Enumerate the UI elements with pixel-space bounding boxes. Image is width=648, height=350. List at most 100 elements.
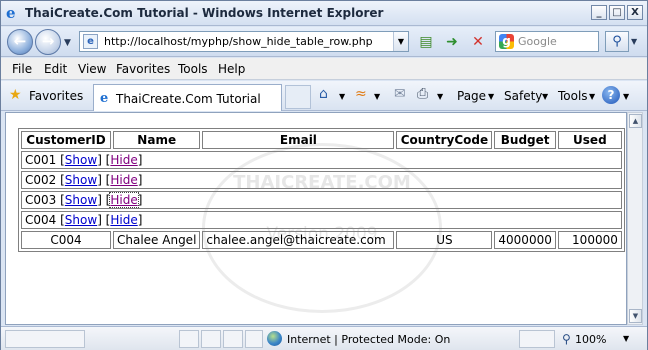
star-icon: ★: [9, 87, 22, 103]
cell-customerid: C004: [21, 231, 111, 249]
status-text-cell: [5, 330, 85, 348]
status-cell: [179, 330, 199, 348]
toggle-cell: C002 [Show] [Hide]: [21, 171, 622, 189]
refresh-button[interactable]: ➜: [442, 32, 462, 52]
zoom-icon: ⚲: [562, 332, 571, 346]
page-menu[interactable]: Page: [457, 89, 486, 103]
search-button[interactable]: ⚲: [605, 31, 629, 52]
header-email: Email: [202, 131, 395, 149]
menu-bar: File Edit View Favorites Tools Help: [1, 58, 647, 80]
minimize-button[interactable]: _: [591, 5, 607, 20]
table-row: C003 [Show] [Hide]: [21, 191, 622, 209]
customer-id: C003: [25, 193, 57, 207]
status-cell: [201, 330, 221, 348]
customer-id: C004: [25, 213, 57, 227]
home-dropdown[interactable]: ▼: [339, 92, 345, 101]
title-bar: e ThaiCreate.Com Tutorial - Windows Inte…: [1, 1, 647, 26]
header-budget: Budget: [494, 131, 556, 149]
tools-menu[interactable]: Tools: [558, 89, 588, 103]
hide-link[interactable]: Hide: [110, 173, 137, 187]
browser-window: e ThaiCreate.Com Tutorial - Windows Inte…: [0, 0, 648, 350]
menu-help[interactable]: Help: [218, 62, 245, 76]
hide-link[interactable]: Hide: [110, 153, 137, 167]
ie-logo-icon: e: [6, 4, 16, 22]
menu-view[interactable]: View: [78, 62, 106, 76]
customer-id: C002: [25, 173, 57, 187]
cell-name: Chalee Angel: [113, 231, 201, 249]
safety-menu-arrow: ▼: [542, 92, 549, 101]
stop-button[interactable]: ✕: [468, 32, 488, 52]
show-link[interactable]: Show: [65, 193, 97, 207]
google-logo-icon: g: [499, 34, 514, 49]
menu-edit[interactable]: Edit: [44, 62, 67, 76]
show-link[interactable]: Show: [65, 173, 97, 187]
zoom-dropdown[interactable]: ▼: [623, 334, 629, 343]
print-dropdown[interactable]: ▼: [437, 92, 443, 101]
customer-table: CustomerID Name Email CountryCode Budget…: [18, 128, 625, 252]
feeds-icon[interactable]: ≈: [355, 86, 367, 102]
menu-file[interactable]: File: [12, 62, 32, 76]
home-icon[interactable]: ⌂: [319, 86, 328, 102]
print-icon[interactable]: ⎙: [417, 86, 428, 102]
favorites-bar: ★ Favorites e ThaiCreate.Com Tutorial ⌂ …: [1, 81, 647, 111]
protected-mode-cell[interactable]: [519, 330, 555, 348]
cell-used: 100000: [557, 231, 622, 249]
scroll-down-button[interactable]: ▼: [629, 309, 642, 323]
hide-link[interactable]: Hide: [110, 213, 137, 227]
cell-budget: 4000000: [494, 231, 556, 249]
status-cell: [245, 330, 263, 348]
favorites-button[interactable]: Favorites: [29, 89, 83, 103]
recent-pages-dropdown[interactable]: ▼: [64, 38, 71, 48]
vertical-scrollbar[interactable]: ▲ ▼: [627, 112, 643, 325]
show-link[interactable]: Show: [65, 213, 97, 227]
show-link[interactable]: Show: [65, 153, 97, 167]
table-row: C001 [Show] [Hide]: [21, 151, 622, 169]
security-zone[interactable]: Internet | Protected Mode: On: [287, 333, 450, 346]
tab-active[interactable]: e ThaiCreate.Com Tutorial: [93, 84, 282, 111]
ie-page-icon: e: [100, 91, 109, 106]
maximize-button[interactable]: □: [609, 5, 625, 20]
stop-icon: ✕: [472, 34, 484, 50]
new-tab-button[interactable]: [285, 85, 311, 109]
table-header-row: CustomerID Name Email CountryCode Budget…: [21, 131, 622, 149]
mail-icon[interactable]: ✉: [394, 86, 406, 102]
header-name: Name: [113, 131, 201, 149]
menu-favorites[interactable]: Favorites: [116, 62, 170, 76]
safety-menu[interactable]: Safety: [504, 89, 542, 103]
forward-button[interactable]: →: [35, 29, 61, 55]
help-icon[interactable]: ?: [602, 86, 620, 104]
toggle-cell: C004 [Show] [Hide]: [21, 211, 622, 229]
cell-countrycode: US: [396, 231, 493, 249]
table-row: C004 [Show] [Hide]: [21, 211, 622, 229]
status-cell: [223, 330, 243, 348]
tab-title: ThaiCreate.Com Tutorial: [116, 92, 261, 106]
help-dropdown[interactable]: ▼: [623, 92, 629, 101]
scroll-up-button[interactable]: ▲: [629, 114, 642, 128]
search-options-dropdown[interactable]: ▼: [631, 37, 637, 46]
table-row: C002 [Show] [Hide]: [21, 171, 622, 189]
back-arrow-icon: ←: [13, 32, 27, 50]
address-dropdown[interactable]: ▼: [393, 32, 408, 51]
forward-arrow-icon: →: [41, 32, 55, 50]
back-button[interactable]: ←: [7, 29, 33, 55]
hide-link[interactable]: Hide: [109, 192, 139, 208]
cell-email: chalee.angel@thaicreate.com: [202, 231, 395, 249]
refresh-icon: ➜: [446, 34, 458, 50]
close-button[interactable]: X: [627, 5, 643, 20]
search-box[interactable]: g Google: [495, 31, 599, 52]
address-bar[interactable]: e http://localhost/myphp/show_hide_table…: [79, 31, 409, 52]
toggle-cell: C003 [Show] [Hide]: [21, 191, 622, 209]
tools-menu-arrow: ▼: [589, 92, 596, 101]
customer-id: C001: [25, 153, 57, 167]
feeds-dropdown[interactable]: ▼: [374, 92, 380, 101]
status-bar: Internet | Protected Mode: On ⚲ 100% ▼: [1, 326, 647, 350]
address-url[interactable]: http://localhost/myphp/show_hide_table_r…: [104, 35, 373, 48]
menu-tools[interactable]: Tools: [178, 62, 208, 76]
zoom-level[interactable]: 100%: [575, 333, 606, 346]
compatibility-view-button[interactable]: ▤: [416, 32, 436, 52]
magnifier-icon: ⚲: [612, 34, 622, 49]
header-customerid: CustomerID: [21, 131, 111, 149]
page-icon: e: [83, 34, 98, 49]
globe-icon: [267, 331, 282, 346]
customer-detail-row: C004 Chalee Angel chalee.angel@thaicreat…: [21, 231, 622, 249]
